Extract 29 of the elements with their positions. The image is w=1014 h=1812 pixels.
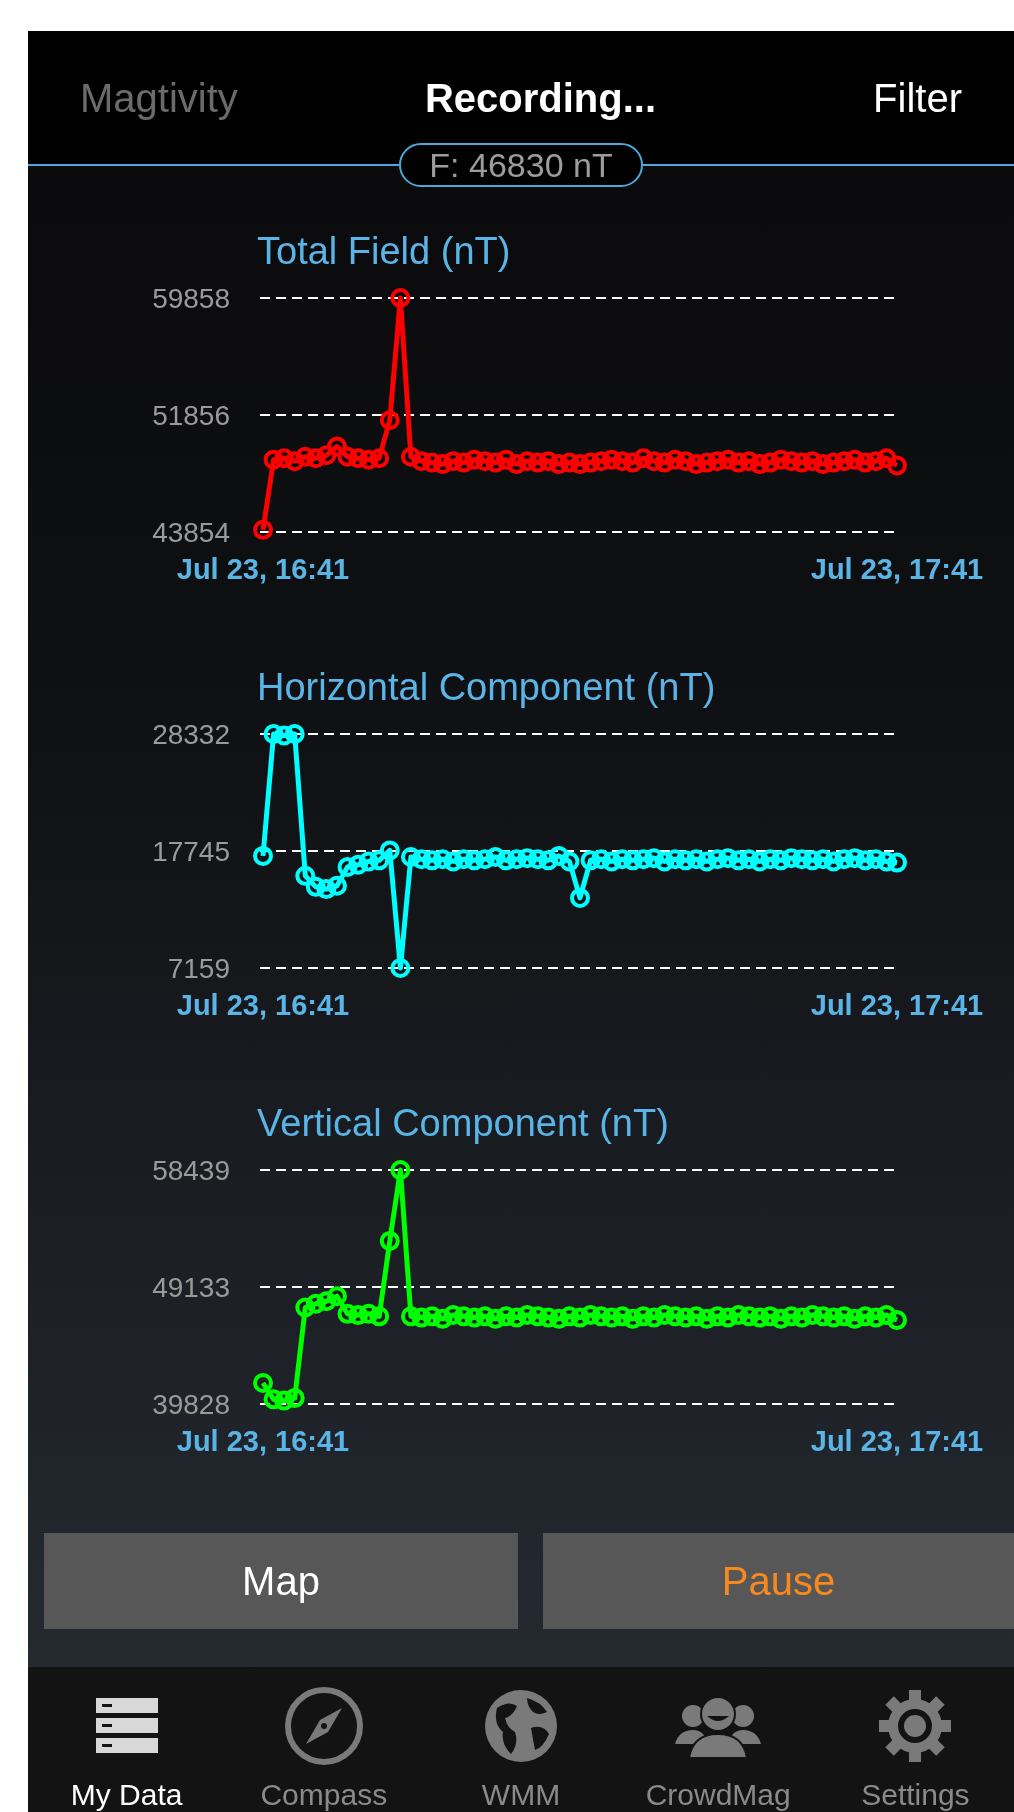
tab-bar-item[interactable]: My Data — [28, 1667, 226, 1812]
chart-title: Vertical Component (nT) — [256, 1101, 670, 1146]
tab-bar-item[interactable]: Compass — [225, 1667, 423, 1812]
y-tick-label: 17745 — [152, 836, 230, 867]
y-tick-label: 43854 — [152, 517, 230, 548]
y-tick-label: 28332 — [152, 719, 230, 750]
map-button[interactable]: Map — [44, 1533, 518, 1629]
y-tick-label: 49133 — [152, 1272, 230, 1303]
x-tick-label: Jul 23, 16:41 — [176, 989, 350, 1021]
y-tick-label: 51856 — [152, 400, 230, 431]
x-tick-label: Jul 23, 17:41 — [810, 1425, 984, 1457]
y-tick-label: 7159 — [167, 953, 230, 984]
x-tick-label: Jul 23, 17:41 — [810, 553, 984, 585]
y-tick-label: 58439 — [152, 1155, 230, 1186]
filter-button[interactable]: Filter — [873, 68, 962, 128]
pause-button[interactable]: Pause — [543, 1533, 1014, 1629]
y-tick-label: 59858 — [152, 283, 230, 314]
tab-bar-item[interactable]: WMM — [422, 1667, 620, 1812]
tab-bar-item[interactable]: Settings — [816, 1667, 1014, 1812]
x-tick-label: Jul 23, 17:41 — [810, 989, 984, 1021]
chart-title: Horizontal Component (nT) — [256, 665, 717, 710]
y-tick-label: 39828 — [152, 1389, 230, 1420]
field-reading-badge: F: 46830 nT — [399, 143, 643, 187]
screen-title: Recording... — [424, 75, 657, 122]
chart-title: Total Field (nT) — [256, 229, 512, 274]
x-tick-label: Jul 23, 16:41 — [176, 1425, 350, 1457]
tab-bar-item[interactable]: CrowdMag — [619, 1667, 817, 1812]
back-link[interactable]: Magtivity — [80, 68, 238, 128]
x-tick-label: Jul 23, 16:41 — [176, 553, 350, 585]
